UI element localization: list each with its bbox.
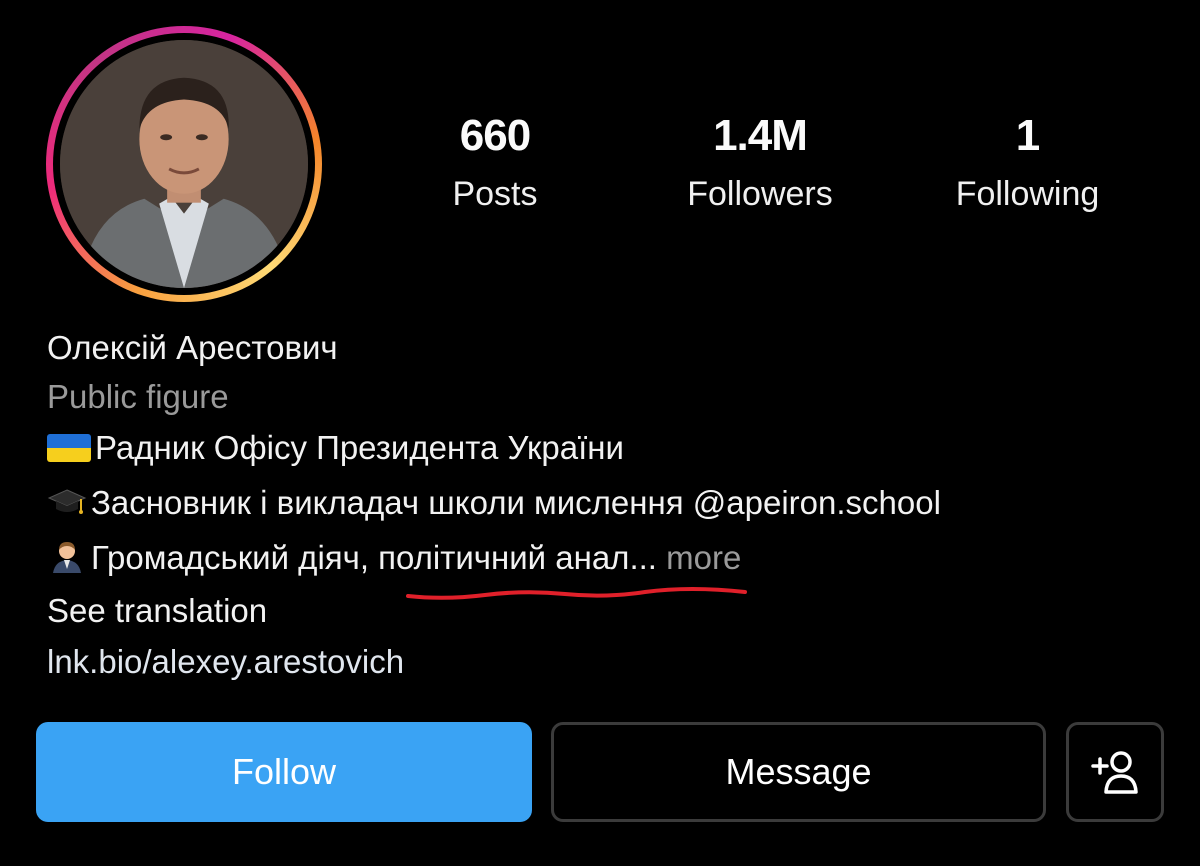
followers-stat[interactable]: 1.4M Followers [660,108,860,224]
bio-line-1-text: Радник Офісу Президента України [95,429,624,466]
bio-link[interactable]: lnk.bio/alexey.arestovich [47,641,404,683]
man-office-worker-icon [47,539,87,573]
bio-line-2-text: Засновник і викладач школи мислення [91,484,693,521]
posts-label: Posts [452,175,538,213]
see-translation-link[interactable]: See translation [47,590,267,632]
ukraine-flag-icon [47,434,91,462]
message-button-label: Message [725,751,872,792]
profile-header: 660 Posts 1.4M Followers 1 Following Оле… [0,0,1200,866]
bio-line-3-text: Громадський діяч, політичний анал... [91,539,657,576]
followers-label: Followers [687,175,833,213]
red-underline-annotation [406,587,747,600]
following-count: 1 [1015,111,1040,160]
suggested-users-button[interactable] [1066,722,1164,822]
add-user-icon [1091,751,1138,794]
more-link[interactable]: more [657,539,741,576]
message-button[interactable]: Message [551,722,1046,822]
follow-button[interactable]: Follow [36,722,532,822]
bio-line-3: Громадський діяч, політичний анал... mor… [47,537,741,579]
bio-line-2: Засновник і викладач школи мислення @ape… [47,482,941,524]
avatar [60,40,308,288]
following-stat[interactable]: 1 Following [935,108,1120,224]
graduation-cap-icon [47,486,87,518]
bio-line-1: Радник Офісу Президента України [47,427,624,469]
story-ring[interactable] [46,26,322,302]
mention-link[interactable]: @apeiron.school [693,484,941,521]
profile-category: Public figure [47,378,229,415]
profile-photo [60,40,308,288]
followers-count: 1.4M [713,111,808,160]
following-label: Following [955,175,1100,213]
follow-button-label: Follow [231,751,337,792]
profile-name: Олексій Арестович [47,329,338,366]
posts-stat[interactable]: 660 Posts [420,108,570,224]
posts-count: 660 [459,111,531,160]
